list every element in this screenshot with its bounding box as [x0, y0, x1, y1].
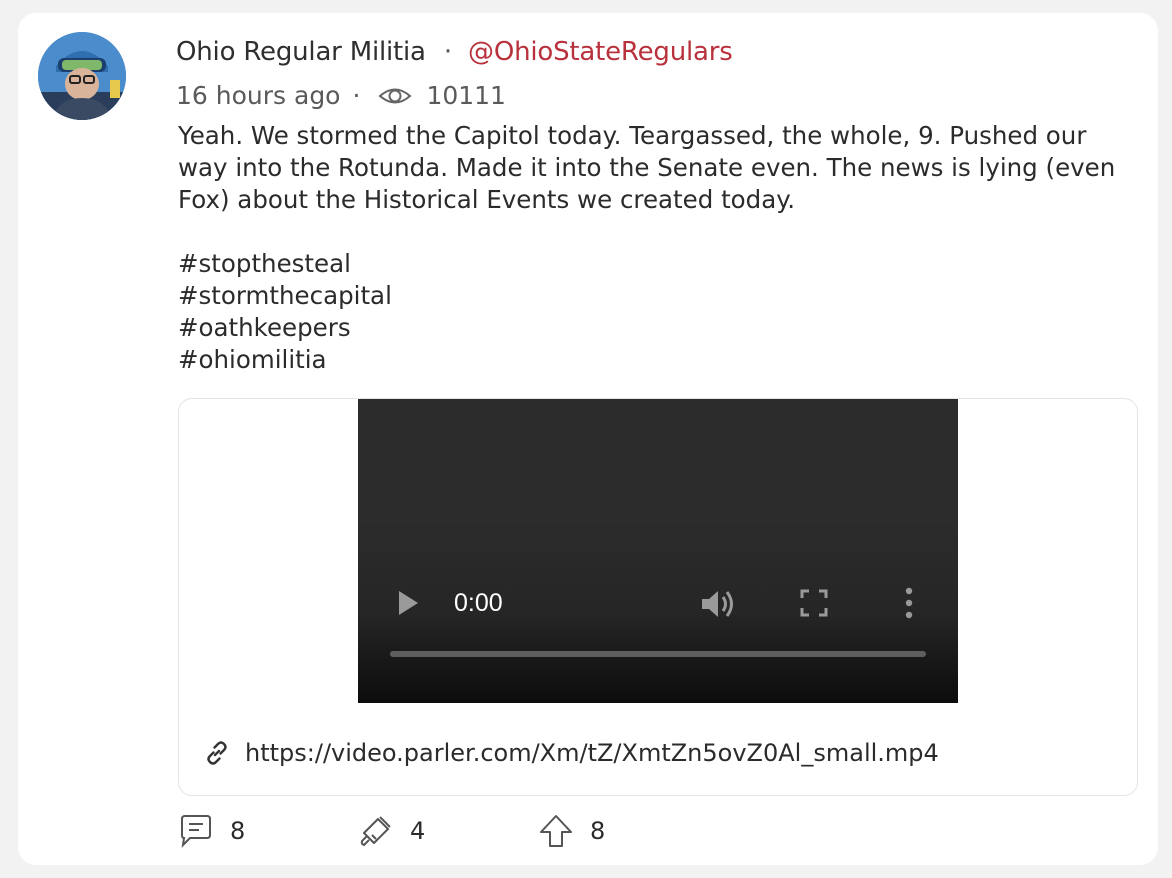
- comment-button[interactable]: 8: [178, 813, 358, 849]
- fullscreen-icon[interactable]: [800, 589, 828, 617]
- media-attachment: 0:00 https://video.parler.com/Xm/tZ/XmtZ…: [178, 398, 1138, 796]
- upvote-button[interactable]: 8: [538, 813, 605, 849]
- play-icon[interactable]: [396, 589, 420, 617]
- upvote-arrow-icon: [540, 815, 572, 847]
- post-body: Yeah. We stormed the Capitol today. Tear…: [178, 120, 1138, 376]
- post-card: Ohio Regular Militia · @OhioStateRegular…: [18, 13, 1158, 865]
- video-time: 0:00: [454, 589, 503, 617]
- eye-icon: [378, 84, 412, 108]
- avatar[interactable]: [38, 32, 126, 120]
- header-separator: ·: [443, 37, 452, 67]
- video-url[interactable]: https://video.parler.com/Xm/tZ/XmtZn5ovZ…: [245, 739, 939, 767]
- echo-megaphone-icon: [360, 816, 391, 847]
- author-handle[interactable]: @OhioStateRegulars: [468, 37, 733, 67]
- action-bar: 8 4 8: [178, 813, 605, 849]
- comment-count: 8: [230, 817, 246, 845]
- hashtag[interactable]: #oathkeepers: [178, 312, 1138, 344]
- comment-icon: [181, 815, 211, 848]
- view-count: 10111: [426, 81, 506, 110]
- avatar-image: [38, 32, 126, 120]
- post-text: Yeah. We stormed the Capitol today. Tear…: [178, 121, 1116, 214]
- hashtag-list: #stopthesteal #stormthecapital #oathkeep…: [178, 248, 1138, 376]
- video-progress-bar[interactable]: [390, 651, 926, 657]
- timestamp[interactable]: 16 hours ago: [176, 81, 340, 110]
- echo-count: 4: [410, 817, 426, 845]
- video-player[interactable]: 0:00: [358, 399, 958, 703]
- hashtag[interactable]: #stopthesteal: [178, 248, 1138, 280]
- hashtag[interactable]: #stormthecapital: [178, 280, 1138, 312]
- upvote-count: 8: [590, 817, 606, 845]
- echo-button[interactable]: 4: [358, 813, 538, 849]
- meta-separator: ·: [352, 81, 361, 110]
- post-meta: 16 hours ago · 10111: [176, 81, 506, 110]
- video-link[interactable]: https://video.parler.com/Xm/tZ/XmtZn5ovZ…: [203, 739, 939, 767]
- more-vertical-icon[interactable]: [904, 587, 914, 619]
- post-header: Ohio Regular Militia · @OhioStateRegular…: [176, 37, 733, 67]
- hashtag[interactable]: #ohiomilitia: [178, 344, 1138, 376]
- volume-icon[interactable]: [700, 587, 736, 621]
- author-name[interactable]: Ohio Regular Militia: [176, 37, 426, 67]
- link-icon: [207, 741, 227, 765]
